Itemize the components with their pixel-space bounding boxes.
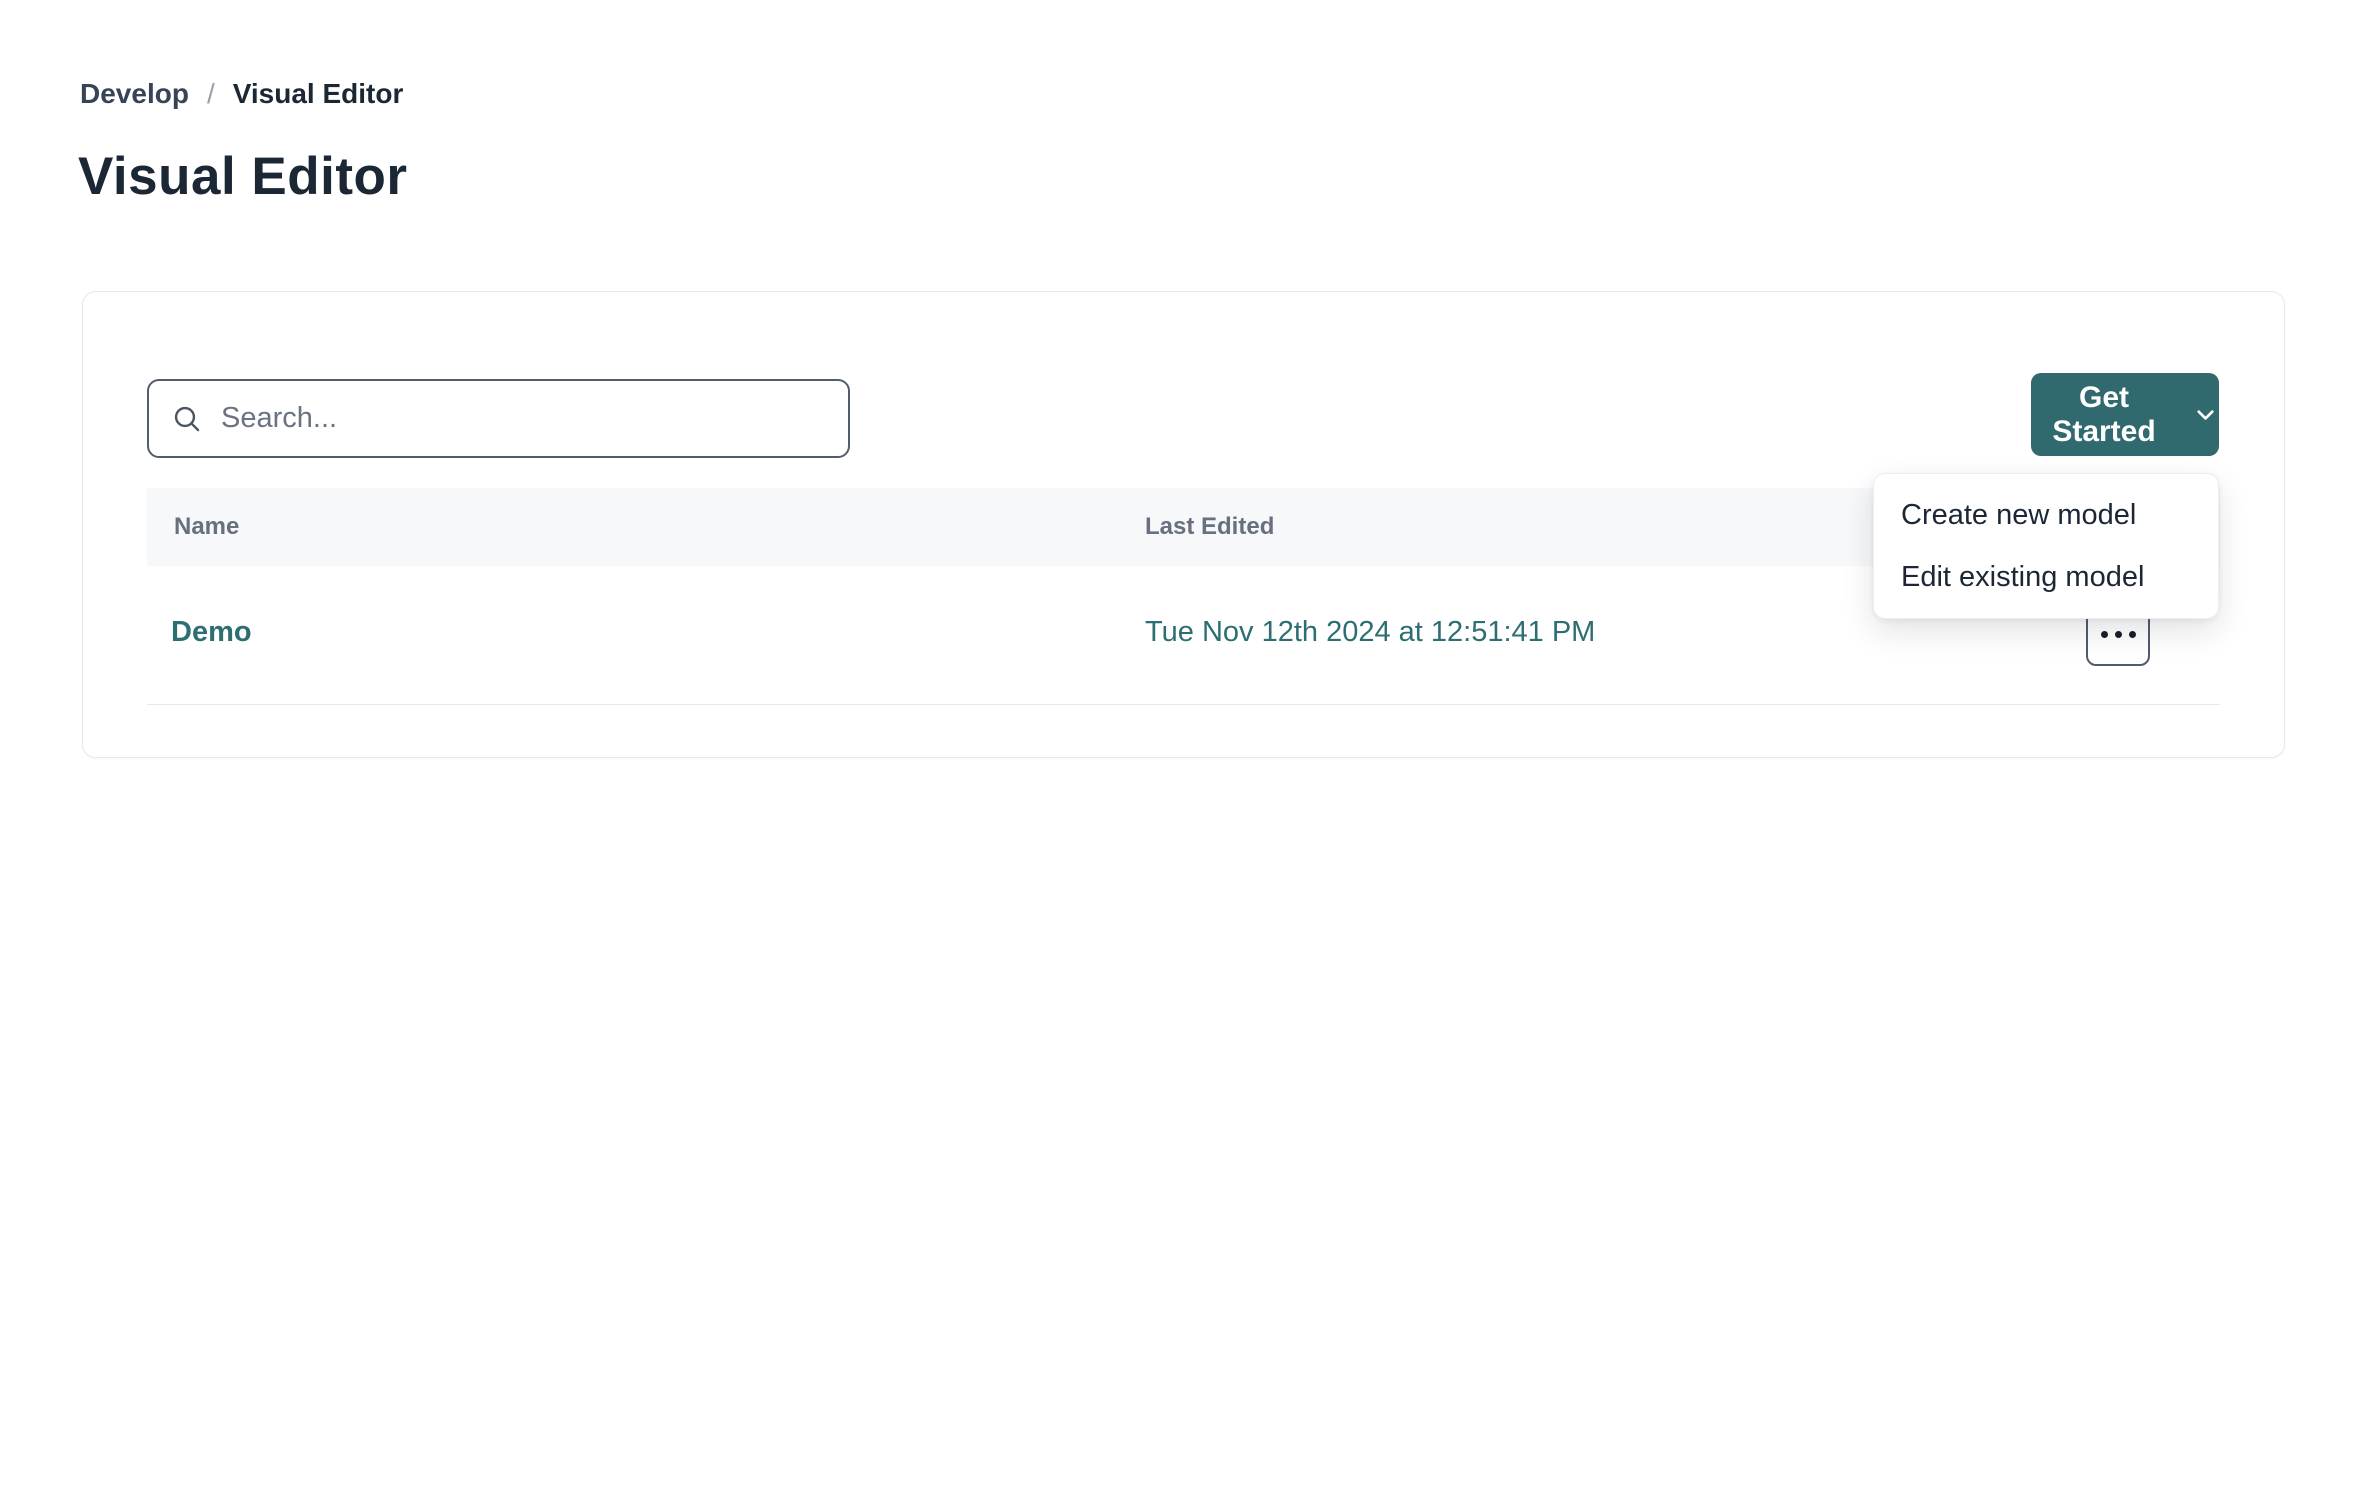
breadcrumb-separator: / <box>207 78 215 110</box>
search-icon <box>171 403 203 435</box>
get-started-label: Get Started <box>2031 381 2177 449</box>
ellipsis-icon <box>2101 631 2136 638</box>
search-box <box>147 379 850 458</box>
column-header-last-edited: Last Edited <box>1145 513 1274 541</box>
column-header-name: Name <box>174 513 239 541</box>
page-title: Visual Editor <box>78 146 408 207</box>
breadcrumb: Develop / Visual Editor <box>80 78 403 110</box>
search-input[interactable] <box>203 381 848 456</box>
menu-item-create-new-model[interactable]: Create new model <box>1874 484 2218 546</box>
breadcrumb-develop[interactable]: Develop <box>80 78 189 110</box>
breadcrumb-visual-editor: Visual Editor <box>233 78 404 110</box>
get-started-menu: Create new model Edit existing model <box>1873 473 2219 619</box>
last-edited-value: Tue Nov 12th 2024 at 12:51:41 PM <box>1145 616 1595 649</box>
menu-item-edit-existing-model[interactable]: Edit existing model <box>1874 546 2218 608</box>
visual-editor-page: Develop / Visual Editor Visual Editor Ge… <box>0 0 2366 1504</box>
get-started-button[interactable]: Get Started <box>2031 373 2219 456</box>
model-link-demo[interactable]: Demo <box>171 616 252 649</box>
chevron-down-icon <box>2192 401 2219 428</box>
